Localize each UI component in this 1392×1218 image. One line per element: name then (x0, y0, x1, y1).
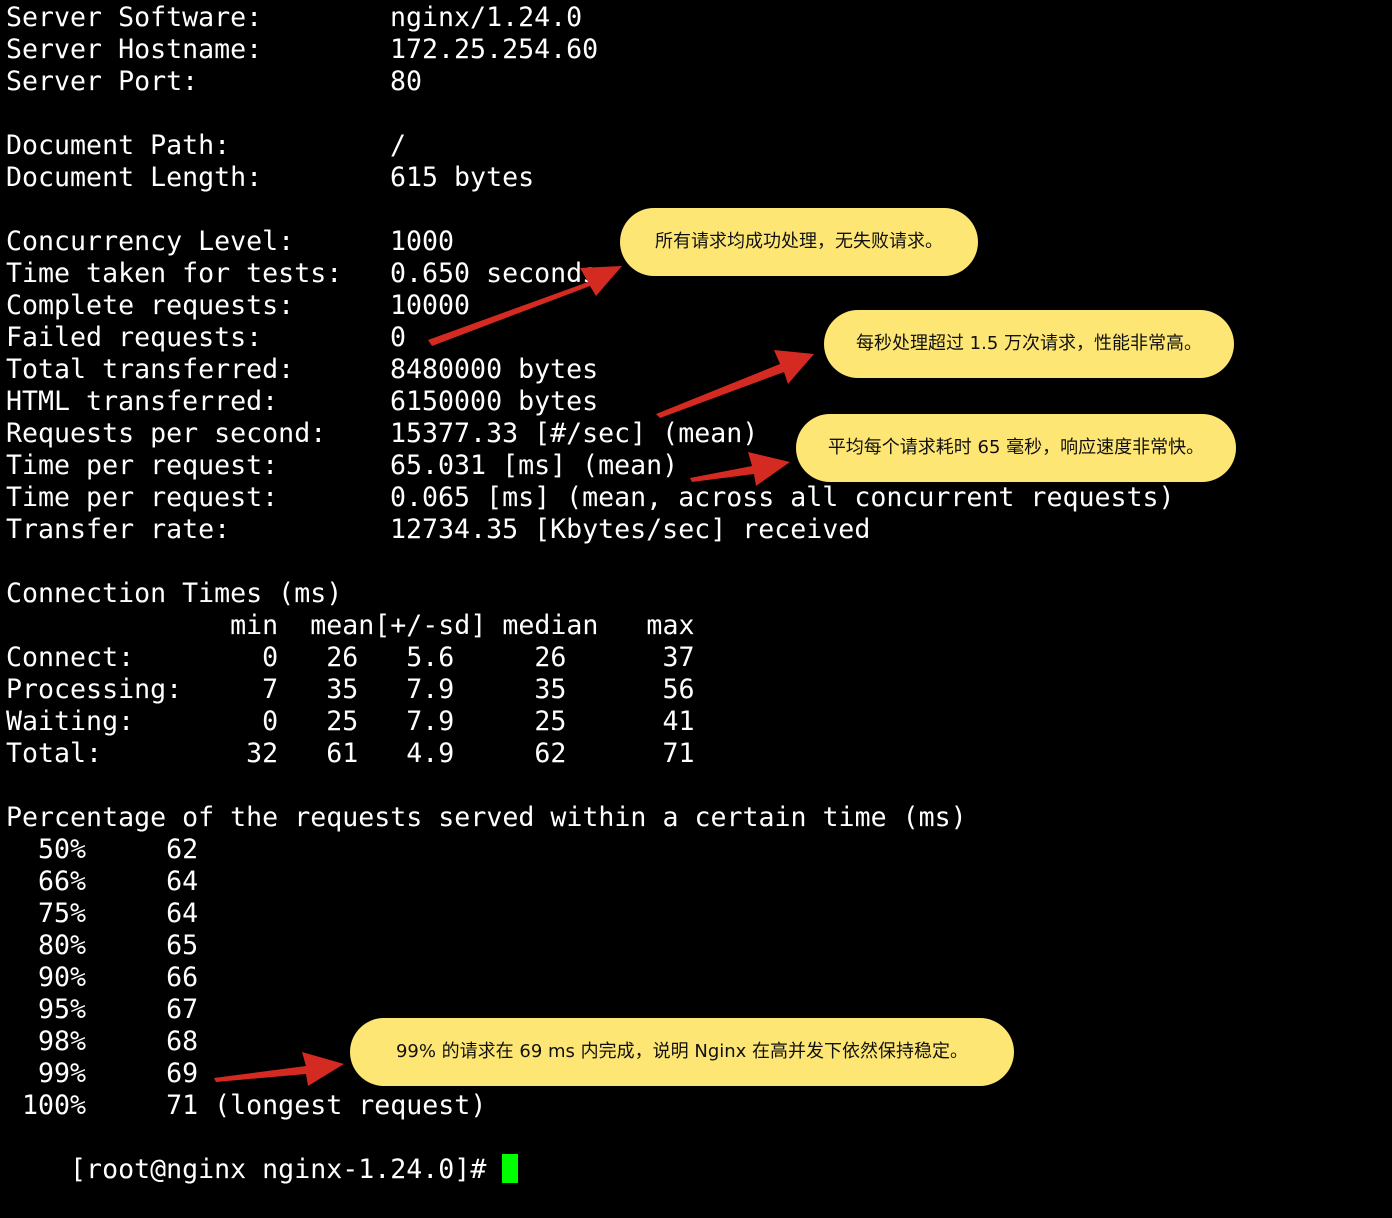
percentile-row-100: 100% 71 (longest request) (6, 1090, 487, 1121)
server-software-line: Server Software: nginx/1.24.0 (6, 2, 582, 34)
time-per-request-concurrent-label: Time per request: (6, 482, 279, 513)
time-per-request-mean-line: Time per request: 65.031 [ms] (mean) (6, 450, 678, 482)
html-transferred-label: HTML transferred: (6, 386, 279, 417)
percentile-row-75: 75% 64 (6, 898, 199, 929)
complete-requests-line: Complete requests: 10000 (6, 290, 470, 322)
time-taken-label: Time taken for tests: (6, 258, 343, 289)
time-per-request-concurrent-value: 0.065 [ms] (mean, across all concurrent … (390, 482, 1175, 513)
html-transferred-line: HTML transferred: 6150000 bytes (6, 386, 598, 418)
arrow-99-percentile (214, 1052, 344, 1086)
connection-times-title: Connection Times (ms) (6, 578, 343, 609)
concurrency-level-value: 1000 (390, 226, 455, 257)
server-port-label: Server Port: (6, 66, 199, 97)
document-path-label: Document Path: (6, 130, 231, 161)
transfer-rate-value: 12734.35 [Kbytes/sec] received (390, 514, 871, 545)
concurrency-level-label: Concurrency Level: (6, 226, 295, 257)
failed-requests-value: 0 (390, 322, 407, 353)
total-transferred-label: Total transferred: (6, 354, 295, 385)
total-transferred-line: Total transferred: 8480000 bytes (6, 354, 598, 386)
time-per-request-concurrent-line: Time per request: 0.065 [ms] (mean, acro… (6, 482, 1175, 514)
server-hostname-value: 172.25.254.60 (390, 34, 599, 65)
document-path-value: / (390, 130, 407, 161)
time-taken-value: 0.650 seconds (390, 258, 599, 289)
percentile-row-90: 90% 66 (6, 962, 199, 993)
server-hostname-line: Server Hostname: 172.25.254.60 (6, 34, 598, 66)
document-length-value: 615 bytes (390, 162, 535, 193)
percentile-row-50: 50% 62 (6, 834, 199, 865)
html-transferred-value: 6150000 bytes (390, 386, 599, 417)
time-per-request-mean-value: 65.031 [ms] (mean) (390, 450, 679, 481)
server-hostname-label: Server Hostname: (6, 34, 263, 65)
callout-fast-response: 平均每个请求耗时 65 毫秒，响应速度非常快。 (796, 414, 1236, 482)
requests-per-second-line: Requests per second: 15377.33 [#/sec] (m… (6, 418, 758, 450)
document-length-line: Document Length: 615 bytes (6, 162, 534, 194)
failed-requests-label: Failed requests: (6, 322, 263, 353)
callout-high-throughput: 每秒处理超过 1.5 万次请求，性能非常高。 (824, 310, 1234, 378)
document-length-label: Document Length: (6, 162, 263, 193)
connection-times-row-waiting: Waiting: 0 25 7.9 25 41 (6, 706, 695, 737)
percentile-row-95: 95% 67 (6, 994, 199, 1025)
percentiles-title: Percentage of the requests served within… (6, 802, 967, 833)
connection-times-row-total: Total: 32 61 4.9 62 71 (6, 738, 695, 769)
requests-per-second-label: Requests per second: (6, 418, 327, 449)
shell-prompt: [root@nginx nginx-1.24.0]# (70, 1154, 503, 1185)
failed-requests-line: Failed requests: 0 (6, 322, 406, 354)
document-path-line: Document Path: / (6, 130, 406, 162)
connection-times-row-processing: Processing: 7 35 7.9 35 56 (6, 674, 695, 705)
requests-per-second-value: 15377.33 [#/sec] (mean) (390, 418, 759, 449)
percentile-row-80: 80% 65 (6, 930, 199, 961)
arrow-time-per-request (690, 452, 790, 486)
server-port-line: Server Port: 80 (6, 66, 422, 98)
percentile-row-66: 66% 64 (6, 866, 199, 897)
callout-no-failed-requests: 所有请求均成功处理，无失败请求。 (620, 208, 978, 276)
time-per-request-mean-label: Time per request: (6, 450, 279, 481)
concurrency-level-line: Concurrency Level: 1000 (6, 226, 454, 258)
shell-prompt-line[interactable]: [root@nginx nginx-1.24.0]# (6, 1122, 519, 1185)
arrow-requests-per-second (656, 350, 814, 418)
terminal-cursor[interactable] (502, 1154, 519, 1183)
server-software-label: Server Software: (6, 2, 263, 33)
terminal-window[interactable]: Server Software: nginx/1.24.0 Server Hos… (0, 0, 1392, 1185)
callout-99-percentile-stable: 99% 的请求在 69 ms 内完成，说明 Nginx 在高并发下依然保持稳定。 (350, 1018, 1014, 1086)
connection-times-row-connect: Connect: 0 26 5.6 26 37 (6, 642, 695, 673)
percentile-row-99: 99% 69 (6, 1058, 199, 1089)
server-software-value: nginx/1.24.0 (390, 2, 583, 33)
server-port-value: 80 (390, 66, 423, 97)
time-taken-line: Time taken for tests: 0.650 seconds (6, 258, 598, 290)
connection-times-header: min mean[+/-sd] median max (6, 610, 695, 641)
transfer-rate-label: Transfer rate: (6, 514, 231, 545)
complete-requests-value: 10000 (390, 290, 471, 321)
complete-requests-label: Complete requests: (6, 290, 295, 321)
percentile-row-98: 98% 68 (6, 1026, 199, 1057)
transfer-rate-line: Transfer rate: 12734.35 [Kbytes/sec] rec… (6, 514, 870, 546)
total-transferred-value: 8480000 bytes (390, 354, 599, 385)
